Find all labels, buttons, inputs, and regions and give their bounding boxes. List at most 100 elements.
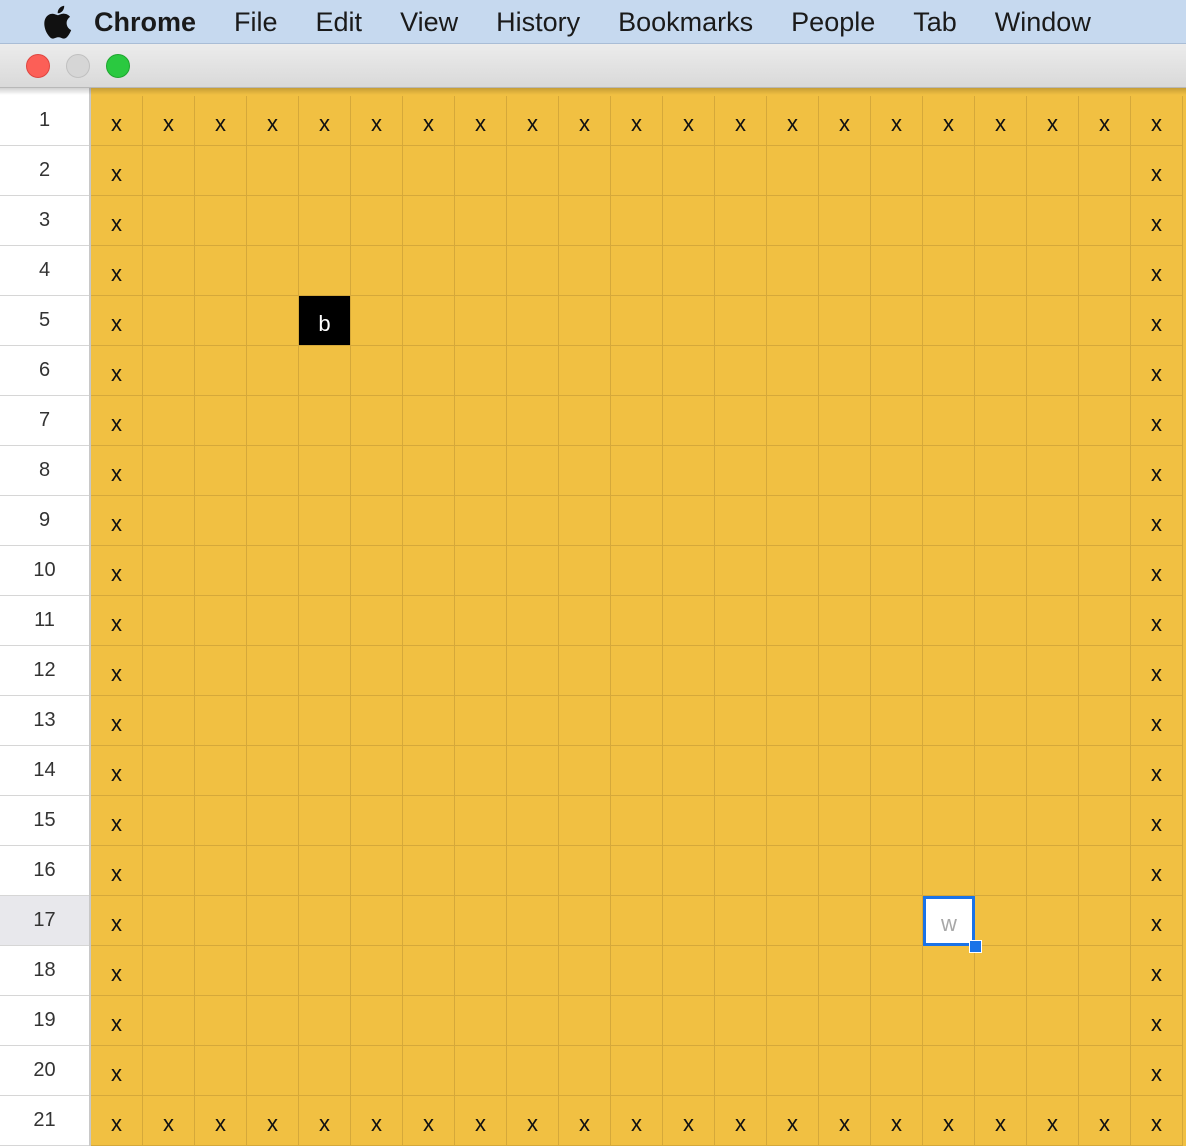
cell-r6-c2[interactable]: [143, 346, 195, 396]
cell-r11-c6[interactable]: [351, 596, 403, 646]
cell-r3-c18[interactable]: [975, 196, 1027, 246]
cell-r3-c9[interactable]: [507, 196, 559, 246]
cell-r17-c19[interactable]: [1027, 896, 1079, 946]
cell-r12-c20[interactable]: [1079, 646, 1131, 696]
cell-r4-c3[interactable]: [195, 246, 247, 296]
cell-r21-c21[interactable]: x: [1131, 1096, 1183, 1146]
cell-r10-c11[interactable]: [611, 546, 663, 596]
fill-handle[interactable]: [969, 940, 982, 953]
cell-r4-c8[interactable]: [455, 246, 507, 296]
cell-r11-c14[interactable]: [767, 596, 819, 646]
cell-r21-c20[interactable]: x: [1079, 1096, 1131, 1146]
row-header-12[interactable]: 12: [0, 646, 89, 696]
cell-r9-c14[interactable]: [767, 496, 819, 546]
cell-r20-c6[interactable]: [351, 1046, 403, 1096]
cell-r12-c1[interactable]: x: [91, 646, 143, 696]
cell-r21-c12[interactable]: x: [663, 1096, 715, 1146]
row-header-13[interactable]: 13: [0, 696, 89, 746]
cell-r21-c14[interactable]: x: [767, 1096, 819, 1146]
cell-r12-c17[interactable]: [923, 646, 975, 696]
cell-r1-c20[interactable]: x: [1079, 96, 1131, 146]
cell-r19-c18[interactable]: [975, 996, 1027, 1046]
cell-r4-c1[interactable]: x: [91, 246, 143, 296]
cell-r19-c2[interactable]: [143, 996, 195, 1046]
cell-r16-c13[interactable]: [715, 846, 767, 896]
cell-r1-c11[interactable]: x: [611, 96, 663, 146]
cell-r5-c3[interactable]: [195, 296, 247, 346]
cell-r19-c4[interactable]: [247, 996, 299, 1046]
cell-r7-c9[interactable]: [507, 396, 559, 446]
cell-r9-c18[interactable]: [975, 496, 1027, 546]
cell-r11-c4[interactable]: [247, 596, 299, 646]
cell-r2-c4[interactable]: [247, 146, 299, 196]
cell-r4-c5[interactable]: [299, 246, 351, 296]
cell-r18-c15[interactable]: [819, 946, 871, 996]
cell-r5-c1[interactable]: x: [91, 296, 143, 346]
cell-r16-c18[interactable]: [975, 846, 1027, 896]
cell-r13-c2[interactable]: [143, 696, 195, 746]
cell-r2-c2[interactable]: [143, 146, 195, 196]
cell-r12-c7[interactable]: [403, 646, 455, 696]
cell-r2-c20[interactable]: [1079, 146, 1131, 196]
cell-r20-c11[interactable]: [611, 1046, 663, 1096]
cell-r1-c7[interactable]: x: [403, 96, 455, 146]
cell-r15-c10[interactable]: [559, 796, 611, 846]
cell-r14-c5[interactable]: [299, 746, 351, 796]
cell-r4-c11[interactable]: [611, 246, 663, 296]
cell-r17-c11[interactable]: [611, 896, 663, 946]
cell-r3-c19[interactable]: [1027, 196, 1079, 246]
cell-r20-c4[interactable]: [247, 1046, 299, 1096]
cell-r10-c20[interactable]: [1079, 546, 1131, 596]
cell-r17-c5[interactable]: [299, 896, 351, 946]
cell-r13-c13[interactable]: [715, 696, 767, 746]
cell-r11-c5[interactable]: [299, 596, 351, 646]
cell-r14-c8[interactable]: [455, 746, 507, 796]
cell-r8-c3[interactable]: [195, 446, 247, 496]
cell-r2-c13[interactable]: [715, 146, 767, 196]
cell-r8-c17[interactable]: [923, 446, 975, 496]
cell-r18-c2[interactable]: [143, 946, 195, 996]
cell-r11-c12[interactable]: [663, 596, 715, 646]
cell-r13-c12[interactable]: [663, 696, 715, 746]
row-header-17[interactable]: 17: [0, 896, 89, 946]
cell-r7-c8[interactable]: [455, 396, 507, 446]
row-header-20[interactable]: 20: [0, 1046, 89, 1096]
cell-r5-c10[interactable]: [559, 296, 611, 346]
cell-r11-c19[interactable]: [1027, 596, 1079, 646]
cell-r11-c11[interactable]: [611, 596, 663, 646]
menu-tab[interactable]: Tab: [913, 0, 957, 43]
cell-r10-c12[interactable]: [663, 546, 715, 596]
cell-r12-c9[interactable]: [507, 646, 559, 696]
cell-r6-c14[interactable]: [767, 346, 819, 396]
cell-r15-c6[interactable]: [351, 796, 403, 846]
cell-r12-c18[interactable]: [975, 646, 1027, 696]
cell-r10-c14[interactable]: [767, 546, 819, 596]
cell-r1-c1[interactable]: x: [91, 96, 143, 146]
cell-r19-c1[interactable]: x: [91, 996, 143, 1046]
cell-r8-c6[interactable]: [351, 446, 403, 496]
cell-r10-c17[interactable]: [923, 546, 975, 596]
cell-r17-c13[interactable]: [715, 896, 767, 946]
cell-r14-c9[interactable]: [507, 746, 559, 796]
cell-r18-c19[interactable]: [1027, 946, 1079, 996]
cell-r20-c15[interactable]: [819, 1046, 871, 1096]
cell-r20-c21[interactable]: x: [1131, 1046, 1183, 1096]
cell-r6-c15[interactable]: [819, 346, 871, 396]
cell-r11-c7[interactable]: [403, 596, 455, 646]
cell-r4-c7[interactable]: [403, 246, 455, 296]
cell-r12-c8[interactable]: [455, 646, 507, 696]
cell-r6-c10[interactable]: [559, 346, 611, 396]
cell-r15-c9[interactable]: [507, 796, 559, 846]
cell-r14-c11[interactable]: [611, 746, 663, 796]
cell-r15-c19[interactable]: [1027, 796, 1079, 846]
cell-r2-c7[interactable]: [403, 146, 455, 196]
cell-r14-c16[interactable]: [871, 746, 923, 796]
cell-r3-c1[interactable]: x: [91, 196, 143, 246]
cell-r6-c9[interactable]: [507, 346, 559, 396]
cell-r7-c11[interactable]: [611, 396, 663, 446]
cell-r3-c17[interactable]: [923, 196, 975, 246]
cell-r7-c3[interactable]: [195, 396, 247, 446]
cell-r17-c10[interactable]: [559, 896, 611, 946]
cell-r21-c9[interactable]: x: [507, 1096, 559, 1146]
cell-r18-c18[interactable]: [975, 946, 1027, 996]
